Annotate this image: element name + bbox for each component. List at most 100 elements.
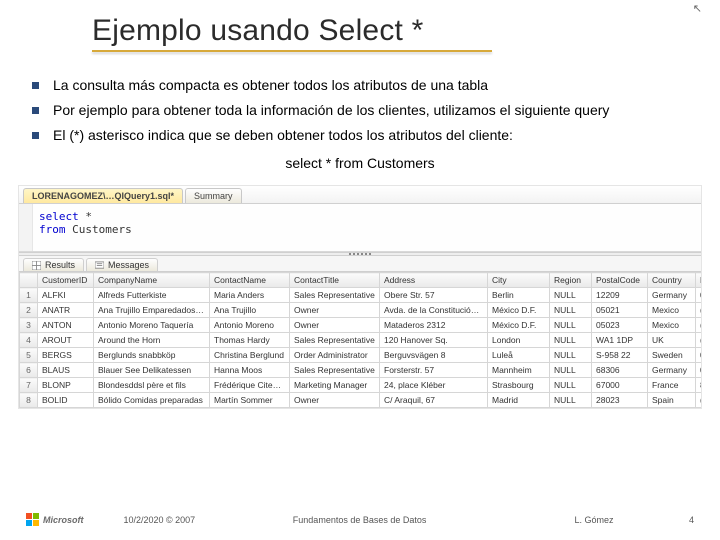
cell[interactable]: Luleå (488, 348, 550, 363)
cell[interactable]: ALFKI (38, 288, 94, 303)
cell[interactable]: Antonio Moreno Taquería (94, 318, 210, 333)
cell[interactable]: Maria Anders (210, 288, 290, 303)
cell[interactable]: México D.F. (488, 318, 550, 333)
cell[interactable]: (91) 555 (696, 393, 702, 408)
cell[interactable]: C/ Araquil, 67 (380, 393, 488, 408)
col-header[interactable]: PostalCode (592, 273, 648, 288)
col-header[interactable]: Country (648, 273, 696, 288)
table-row[interactable]: 3ANTONAntonio Moreno TaqueríaAntonio Mor… (20, 318, 702, 333)
cell[interactable]: (5) 555-4 (696, 303, 702, 318)
cell[interactable]: Germany (648, 288, 696, 303)
cell[interactable]: 68306 (592, 363, 648, 378)
col-header[interactable]: ContactName (210, 273, 290, 288)
cell[interactable]: Avda. de la Constitución 2222 (380, 303, 488, 318)
cell[interactable]: 0621-08 (696, 363, 702, 378)
cell[interactable]: Frédérique Citeaux (210, 378, 290, 393)
cell[interactable]: Christina Berglund (210, 348, 290, 363)
cell[interactable]: 120 Hanover Sq. (380, 333, 488, 348)
cell[interactable]: BERGS (38, 348, 94, 363)
cell[interactable]: 24, place Kléber (380, 378, 488, 393)
cell[interactable]: Berlin (488, 288, 550, 303)
cell[interactable]: NULL (550, 318, 592, 333)
tab-messages[interactable]: Messages (86, 258, 158, 271)
table-row[interactable]: 7BLONPBlondesddsl père et filsFrédérique… (20, 378, 702, 393)
cell[interactable]: Forsterstr. 57 (380, 363, 488, 378)
table-row[interactable]: 8BOLIDBólido Comidas preparadasMartín So… (20, 393, 702, 408)
col-header[interactable]: ContactTitle (290, 273, 380, 288)
tab-query-file[interactable]: LORENAGOMEZ\…QIQuery1.sql* (23, 188, 183, 203)
tab-results[interactable]: Results (23, 258, 84, 271)
tab-summary[interactable]: Summary (185, 188, 242, 203)
cell[interactable]: Mataderos 2312 (380, 318, 488, 333)
cell[interactable]: Berglunds snabbköp (94, 348, 210, 363)
cell[interactable]: Martín Sommer (210, 393, 290, 408)
cell[interactable]: Germany (648, 363, 696, 378)
cell[interactable]: Thomas Hardy (210, 333, 290, 348)
cell[interactable]: London (488, 333, 550, 348)
cell[interactable]: UK (648, 333, 696, 348)
cell[interactable]: Ana Trujillo Emparedados… (94, 303, 210, 318)
cell[interactable]: Mannheim (488, 363, 550, 378)
cell[interactable]: NULL (550, 288, 592, 303)
table-row[interactable]: 2ANATRAna Trujillo Emparedados…Ana Truji… (20, 303, 702, 318)
col-header[interactable]: CompanyName (94, 273, 210, 288)
cell[interactable]: ANTON (38, 318, 94, 333)
cell[interactable]: NULL (550, 333, 592, 348)
sql-editor[interactable]: select * from Customers (19, 204, 701, 253)
cell[interactable]: WA1 1DP (592, 333, 648, 348)
cell[interactable]: 88.60.15 (696, 378, 702, 393)
cell[interactable]: Sales Representative (290, 333, 380, 348)
col-header[interactable]: CustomerID (38, 273, 94, 288)
cell[interactable]: 12209 (592, 288, 648, 303)
col-header[interactable]: Address (380, 273, 488, 288)
cell[interactable]: Owner (290, 393, 380, 408)
cell[interactable]: Blondesddsl père et fils (94, 378, 210, 393)
table-row[interactable]: 5BERGSBerglunds snabbköpChristina Berglu… (20, 348, 702, 363)
cell[interactable]: Sales Representative (290, 363, 380, 378)
col-header[interactable]: Phone (696, 273, 702, 288)
cell[interactable]: Order Administrator (290, 348, 380, 363)
cell[interactable]: 28023 (592, 393, 648, 408)
cell[interactable]: Sales Representative (290, 288, 380, 303)
cell[interactable]: Bólido Comidas preparadas (94, 393, 210, 408)
cell[interactable]: Hanna Moos (210, 363, 290, 378)
cell[interactable]: NULL (550, 303, 592, 318)
cell[interactable]: Sweden (648, 348, 696, 363)
cell[interactable]: 0921-12 (696, 348, 702, 363)
cell[interactable]: Alfreds Futterkiste (94, 288, 210, 303)
cell[interactable]: Mexico (648, 303, 696, 318)
cell[interactable]: ANATR (38, 303, 94, 318)
col-header[interactable]: City (488, 273, 550, 288)
col-header[interactable]: Region (550, 273, 592, 288)
cell[interactable]: Mexico (648, 318, 696, 333)
cell[interactable]: 030-0074 (696, 288, 702, 303)
cell[interactable]: Owner (290, 303, 380, 318)
cell[interactable]: (171) 555 (696, 333, 702, 348)
cell[interactable]: BLAUS (38, 363, 94, 378)
cell[interactable]: France (648, 378, 696, 393)
table-row[interactable]: 4AROUTAround the HornThomas HardySales R… (20, 333, 702, 348)
cell[interactable]: NULL (550, 378, 592, 393)
cell[interactable]: 05021 (592, 303, 648, 318)
cell[interactable]: 05023 (592, 318, 648, 333)
cell[interactable]: Owner (290, 318, 380, 333)
cell[interactable]: NULL (550, 363, 592, 378)
cell[interactable]: Around the Horn (94, 333, 210, 348)
cell[interactable]: S-958 22 (592, 348, 648, 363)
results-grid[interactable]: CustomerID CompanyName ContactName Conta… (19, 272, 701, 408)
cell[interactable]: BOLID (38, 393, 94, 408)
cell[interactable]: Blauer See Delikatessen (94, 363, 210, 378)
table-row[interactable]: 1ALFKIAlfreds FutterkisteMaria AndersSal… (20, 288, 702, 303)
table-row[interactable]: 6BLAUSBlauer See DelikatessenHanna MoosS… (20, 363, 702, 378)
cell[interactable]: México D.F. (488, 303, 550, 318)
cell[interactable]: (5) 555-3 (696, 318, 702, 333)
cell[interactable]: BLONP (38, 378, 94, 393)
cell[interactable]: Strasbourg (488, 378, 550, 393)
cell[interactable]: Ana Trujillo (210, 303, 290, 318)
cell[interactable]: Marketing Manager (290, 378, 380, 393)
cell[interactable]: Berguvsvägen 8 (380, 348, 488, 363)
cell[interactable]: Spain (648, 393, 696, 408)
cell[interactable]: NULL (550, 393, 592, 408)
cell[interactable]: Obere Str. 57 (380, 288, 488, 303)
cell[interactable]: 67000 (592, 378, 648, 393)
